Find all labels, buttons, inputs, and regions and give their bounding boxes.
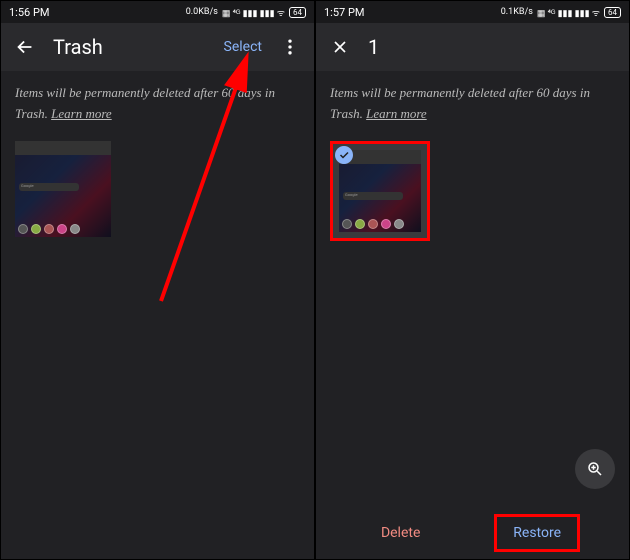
status-bar: 1:56 PM 0.0KB/s ▦ ⁴ᴳ ▮▮▮ ▮▮▮ ᯤ 64 xyxy=(1,1,314,23)
page-title: Trash xyxy=(53,35,208,59)
selection-count: 1 xyxy=(368,35,617,59)
signal-icons: ▦ ⁴ᴳ ▮▮▮ ▮▮▮ ᯤ xyxy=(537,6,600,19)
thumb-google-widget: Google xyxy=(343,192,403,200)
check-icon xyxy=(335,146,353,164)
restore-button[interactable]: Restore xyxy=(494,514,580,552)
back-button[interactable] xyxy=(13,35,37,59)
trash-item-thumbnail[interactable]: Google xyxy=(15,141,111,237)
learn-more-link[interactable]: Learn more xyxy=(366,106,427,121)
zoom-fab[interactable] xyxy=(575,449,615,489)
info-banner: Items will be permanently deleted after … xyxy=(1,71,314,137)
select-button[interactable]: Select xyxy=(224,39,262,55)
info-banner: Items will be permanently deleted after … xyxy=(316,71,629,137)
thumbnail-grid: Google xyxy=(316,137,629,245)
battery-indicator: 64 xyxy=(604,7,621,18)
data-rate: 0.0KB/s xyxy=(186,7,218,17)
phone-left: 1:56 PM 0.0KB/s ▦ ⁴ᴳ ▮▮▮ ▮▮▮ ᯤ 64 Trash … xyxy=(1,1,314,559)
trash-item-thumbnail: Google xyxy=(339,150,421,232)
status-indicators: 0.0KB/s ▦ ⁴ᴳ ▮▮▮ ▮▮▮ ᯤ 64 xyxy=(186,6,306,19)
thumb-google-widget: Google xyxy=(19,183,79,191)
bottom-action-bar: Delete Restore xyxy=(316,507,629,559)
overflow-menu-button[interactable] xyxy=(278,35,302,59)
status-bar: 1:57 PM 0.1KB/s ▦ ⁴ᴳ ▮▮▮ ▮▮▮ ᯤ 64 xyxy=(316,1,629,23)
phone-right: 1:57 PM 0.1KB/s ▦ ⁴ᴳ ▮▮▮ ▮▮▮ ᯤ 64 1 Item… xyxy=(316,1,629,559)
status-time: 1:56 PM xyxy=(9,6,49,19)
learn-more-link[interactable]: Learn more xyxy=(51,106,112,121)
close-selection-button[interactable] xyxy=(328,35,352,59)
app-bar: Trash Select xyxy=(1,23,314,71)
battery-indicator: 64 xyxy=(289,7,306,18)
status-time: 1:57 PM xyxy=(324,6,364,19)
selection-app-bar: 1 xyxy=(316,23,629,71)
data-rate: 0.1KB/s xyxy=(501,7,533,17)
selected-thumbnail-highlight[interactable]: Google xyxy=(330,141,430,241)
thumbnail-grid: Google xyxy=(1,137,314,241)
status-indicators: 0.1KB/s ▦ ⁴ᴳ ▮▮▮ ▮▮▮ ᯤ 64 xyxy=(501,6,621,19)
signal-icons: ▦ ⁴ᴳ ▮▮▮ ▮▮▮ ᯤ xyxy=(222,6,285,19)
delete-button[interactable]: Delete xyxy=(365,517,436,549)
